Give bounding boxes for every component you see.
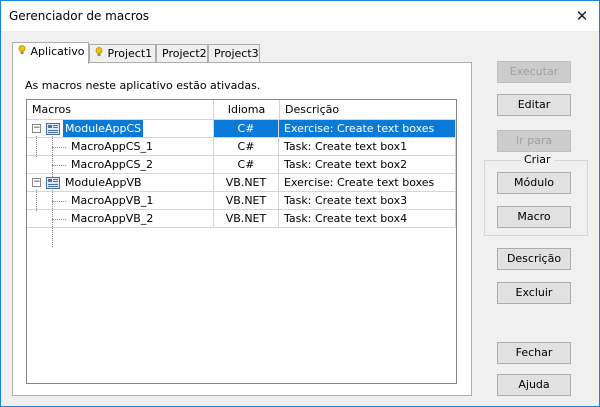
ir-para-button[interactable]: Ir para <box>497 130 571 152</box>
macro-name: MacroAppCS_2 <box>71 158 153 171</box>
executar-button[interactable]: Executar <box>497 61 571 83</box>
column-header-macros[interactable]: Macros <box>27 100 214 119</box>
macro-name: ModuleAppVB <box>65 176 142 189</box>
macro-name-cell: MacroAppCS_1 <box>27 138 213 156</box>
editar-button[interactable]: Editar <box>497 94 571 116</box>
grid-header: Macros Idioma Descrição <box>27 100 456 120</box>
macro-language: VB.NET <box>213 210 279 228</box>
tree-line <box>52 201 66 202</box>
macro-name-cell: MacroAppVB_1 <box>27 192 213 210</box>
tab-aplicativo[interactable]: Aplicativo <box>12 42 89 64</box>
macro-button[interactable]: Macro <box>497 206 571 228</box>
column-header-descricao[interactable]: Descrição <box>280 100 456 119</box>
column-header-idioma[interactable]: Idioma <box>214 100 280 119</box>
collapse-icon[interactable]: − <box>32 178 41 187</box>
ajuda-button[interactable]: Ajuda <box>497 374 571 396</box>
macro-name-cell: MacroAppCS_2 <box>27 156 213 174</box>
macro-language: C# <box>213 120 279 138</box>
tab-project3[interactable]: Project3 <box>208 44 260 63</box>
tab-label: Project2 <box>162 47 207 60</box>
table-row[interactable]: − ModuleAppVB VB.NET Exercise: Create te… <box>27 174 456 192</box>
table-row[interactable]: MacroAppVB_1 VB.NET Task: Create text bo… <box>27 192 456 210</box>
macro-description: Exercise: Create text boxes <box>279 120 456 138</box>
macro-language: C# <box>213 156 279 174</box>
macro-name: MacroAppVB_1 <box>71 194 154 207</box>
macro-language: VB.NET <box>213 174 279 192</box>
lightbulb-icon <box>95 47 104 60</box>
macro-description: Task: Create text box4 <box>279 210 456 228</box>
descricao-button[interactable]: Descrição <box>497 248 571 270</box>
macro-description: Task: Create text box2 <box>279 156 456 174</box>
tab-project2[interactable]: Project2 <box>156 44 208 63</box>
tab-label: Project3 <box>214 47 259 60</box>
lightbulb-icon <box>18 45 27 58</box>
tree-line <box>52 219 66 220</box>
module-icon <box>46 123 60 135</box>
macros-tree-grid[interactable]: Macros Idioma Descrição − ModuleAppCS C#… <box>26 99 457 384</box>
macro-name-cell: − ModuleAppVB <box>27 174 213 192</box>
macro-name: MacroAppVB_2 <box>71 212 154 225</box>
table-row[interactable]: MacroAppCS_1 C# Task: Create text box1 <box>27 138 456 156</box>
tree-line <box>52 147 66 148</box>
macro-description: Task: Create text box1 <box>279 138 456 156</box>
table-row[interactable]: − ModuleAppCS C# Exercise: Create text b… <box>27 120 456 138</box>
tab-panel: As macros neste aplicativo estão ativada… <box>12 62 472 396</box>
macro-name-cell: − ModuleAppCS <box>27 120 213 138</box>
tab-label: Project1 <box>107 47 153 60</box>
collapse-icon[interactable]: − <box>32 124 41 133</box>
tab-project1[interactable]: Project1 <box>89 44 156 63</box>
macro-name: MacroAppCS_1 <box>71 140 153 153</box>
macro-description: Exercise: Create text boxes <box>279 174 456 192</box>
title-bar: Gerenciador de macros ✕ <box>1 1 599 31</box>
module-icon <box>46 177 60 189</box>
table-row[interactable]: MacroAppCS_2 C# Task: Create text box2 <box>27 156 456 174</box>
table-row[interactable]: MacroAppVB_2 VB.NET Task: Create text bo… <box>27 210 456 228</box>
tab-label: Aplicativo <box>30 45 85 58</box>
window-title: Gerenciador de macros <box>9 9 150 23</box>
macros-status-text: As macros neste aplicativo estão ativada… <box>25 79 261 92</box>
macro-language: C# <box>213 138 279 156</box>
macro-language: VB.NET <box>213 192 279 210</box>
excluir-button[interactable]: Excluir <box>497 282 571 304</box>
macro-name-cell: MacroAppVB_2 <box>27 210 213 228</box>
modulo-button[interactable]: Módulo <box>497 172 571 194</box>
macro-name: ModuleAppCS <box>63 120 144 137</box>
criar-group-label: Criar <box>521 153 554 166</box>
macro-description: Task: Create text box3 <box>279 192 456 210</box>
tree-line <box>52 165 66 166</box>
close-icon[interactable]: ✕ <box>565 1 599 31</box>
fechar-button[interactable]: Fechar <box>497 342 571 364</box>
